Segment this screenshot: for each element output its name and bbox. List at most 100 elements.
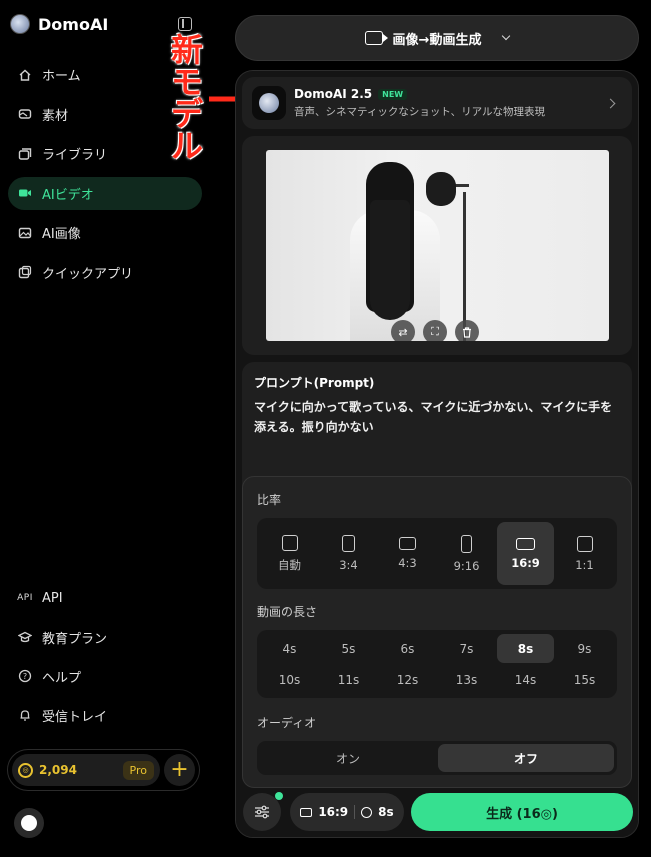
uploaded-image-preview[interactable]: ⇄ ⛶ [266, 150, 609, 341]
sidebar-item-label: AI画像 [42, 227, 81, 242]
duration-option[interactable]: 8s [497, 634, 554, 663]
crop-icon[interactable]: ⛶ [423, 320, 447, 341]
sidebar-item-quick-apps[interactable]: クイックアプリ [8, 256, 202, 289]
summary-ratio: 16:9 [318, 805, 349, 819]
ratio-selector: 自動 3:4 4:3 9:16 16:9 1:1 [257, 518, 617, 589]
ratio-option-9-16[interactable]: 9:16 [438, 522, 495, 585]
sidebar-item-label: ヘルプ [42, 670, 82, 686]
avatar[interactable] [14, 808, 44, 838]
brand[interactable]: DomoAI [10, 14, 108, 34]
plan-badge: Pro [122, 760, 154, 780]
ratio-title: 比率 [257, 493, 282, 507]
sidebar-item-label: 素材 [42, 108, 69, 124]
ratio-label: 9:16 [453, 558, 480, 573]
ratio-label: 自動 [278, 557, 301, 572]
mode-label: 画像→動画生成 [392, 32, 482, 48]
ratio-option-auto[interactable]: 自動 [261, 522, 318, 585]
domoai-logo-icon [10, 14, 30, 34]
sliders-icon [255, 805, 269, 819]
ratio-label: 1:1 [575, 557, 594, 572]
chevron-right-icon [605, 98, 616, 108]
preview-tools: ⇄ ⛶ [391, 320, 479, 341]
duration-option[interactable]: 11s [320, 665, 377, 694]
ratio-4-3-icon [399, 537, 416, 550]
help-icon: ? [18, 669, 32, 683]
generate-button[interactable]: 生成 (16◎) [411, 793, 633, 831]
duration-option[interactable]: 5s [320, 634, 377, 663]
duration-option[interactable]: 13s [438, 665, 495, 694]
singer-hair-lower [370, 200, 410, 320]
annotation-label: 新モデル [170, 31, 203, 165]
ratio-option-1-1[interactable]: 1:1 [556, 522, 613, 585]
sidebar-item-ai-image[interactable]: AI画像 [8, 216, 202, 249]
duration-option[interactable]: 7s [438, 634, 495, 663]
prompt-title: プロンプト(Prompt) [254, 376, 375, 390]
sidebar-item-help[interactable]: ? ヘルプ [8, 660, 202, 692]
notification-dot [275, 792, 283, 800]
duration-option[interactable]: 6s [379, 634, 436, 663]
sidebar-collapse-icon[interactable] [178, 17, 192, 31]
trash-icon[interactable] [455, 320, 479, 341]
sidebar-item-ai-video[interactable]: AIビデオ [8, 176, 202, 210]
quick-apps-icon [18, 265, 32, 279]
sidebar-item-education[interactable]: 教育プラン [8, 621, 202, 653]
model-description: 音声、シネマティックなショット、リアルな物理表現 [294, 106, 546, 118]
sidebar-item-label: 受信トレイ [42, 709, 108, 725]
generation-panel: DomoAI 2.5 NEW 音声、シネマティックなショット、リアルな物理表現 … [235, 70, 639, 838]
credits-pill[interactable]: ◎ 2,094 Pro [12, 754, 160, 786]
ratio-16-9-icon [516, 537, 535, 550]
ratio-label: 16:9 [511, 555, 540, 570]
clock-icon [361, 806, 373, 818]
ratio-option-4-3[interactable]: 4:3 [379, 522, 436, 585]
duration-option[interactable]: 15s [556, 665, 613, 694]
ratio-label: 4:3 [398, 556, 417, 570]
user-avatar-icon [21, 815, 37, 831]
library-icon [18, 147, 32, 161]
audio-toggle: オン オフ [257, 741, 617, 775]
app-name: DomoAI [38, 14, 109, 34]
sidebar-item-label: ホーム [42, 69, 81, 84]
add-credits-button[interactable]: + [164, 754, 195, 786]
ratio-auto-icon [281, 534, 298, 551]
replace-image-icon[interactable]: ⇄ [391, 320, 415, 341]
model-name: DomoAI 2.5 [294, 87, 373, 101]
audio-on-option[interactable]: オン [260, 744, 436, 772]
summary-duration: 8s [378, 805, 394, 819]
chevron-down-icon [502, 31, 511, 41]
bottom-bar: 16:9 8s 生成 (16◎) [236, 788, 638, 837]
sidebar-item-inbox[interactable]: 受信トレイ [8, 699, 202, 731]
assets-icon [18, 107, 32, 121]
video-plus-icon [364, 31, 388, 45]
ratio-9-16-icon [461, 534, 472, 553]
model-thumbnail [252, 86, 286, 120]
microphone [426, 172, 456, 206]
sidebar-item-label: クイックアプリ [42, 266, 134, 282]
prompt-input[interactable]: マイクに向かって歌っている、マイクに近づかない、マイクに手を添える。振り向かない [254, 397, 620, 437]
ratio-option-3-4[interactable]: 3:4 [320, 522, 377, 585]
duration-option[interactable]: 9s [556, 634, 613, 663]
sidebar-item-label: 教育プラン [42, 631, 108, 647]
ratio-label: 3:4 [339, 558, 358, 572]
duration-option[interactable]: 14s [497, 665, 554, 694]
sidebar-item-label: AIビデオ [42, 187, 94, 203]
ratio-icon [300, 807, 313, 817]
settings-popover: 比率 自動 3:4 4:3 9:16 16:9 1:1 動画の長さ 4s 5s … [242, 476, 632, 788]
education-icon [18, 630, 32, 644]
duration-option[interactable]: 12s [379, 665, 436, 694]
new-badge: NEW [378, 88, 408, 100]
audio-title: オーディオ [257, 716, 317, 730]
video-icon [18, 186, 32, 200]
api-icon: API [17, 593, 33, 603]
sidebar-bottom-nav: API API 教育プラン ? ヘルプ 受信トレイ [8, 582, 202, 738]
audio-off-option[interactable]: オフ [438, 744, 614, 772]
sidebar-item-api[interactable]: API API [8, 582, 202, 614]
svg-text:?: ? [23, 672, 27, 681]
mode-select[interactable]: 画像→動画生成 [235, 15, 639, 61]
bell-icon [18, 708, 32, 722]
home-icon [18, 68, 32, 82]
ratio-option-16-9[interactable]: 16:9 [497, 522, 554, 585]
duration-option[interactable]: 10s [261, 665, 318, 694]
duration-option[interactable]: 4s [261, 634, 318, 663]
settings-summary[interactable]: 16:9 8s [290, 793, 404, 831]
model-selector[interactable]: DomoAI 2.5 NEW 音声、シネマティックなショット、リアルな物理表現 [242, 77, 632, 129]
